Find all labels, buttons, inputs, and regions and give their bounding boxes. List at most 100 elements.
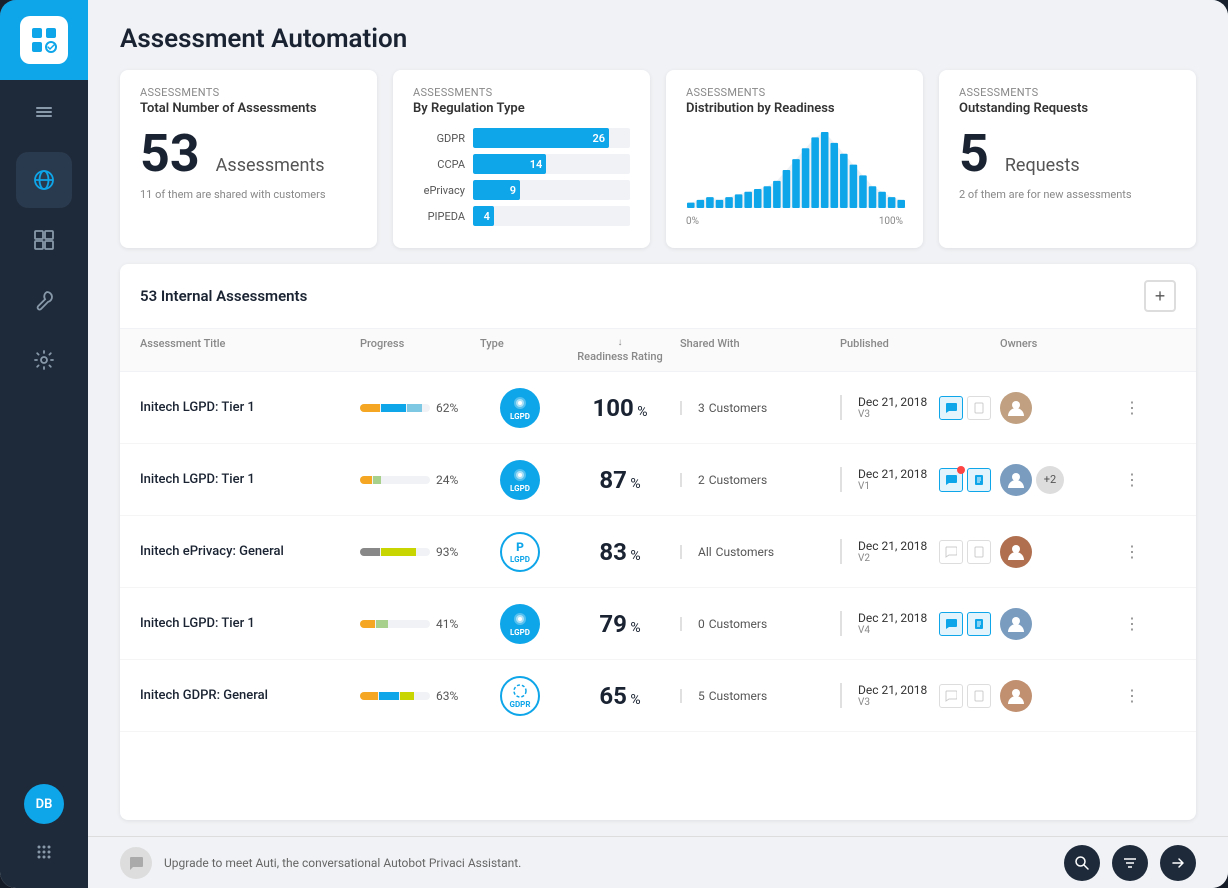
- owner-avatar: [1000, 536, 1032, 568]
- lgpd-icon: [512, 395, 528, 411]
- assessment-row-title: Initech LGPD: Tier 1: [140, 472, 360, 487]
- type-label: LGPD: [510, 555, 530, 564]
- progress-segment: [360, 476, 372, 484]
- forward-button[interactable]: [1160, 845, 1196, 881]
- menu-toggle-button[interactable]: [0, 88, 88, 136]
- pub-icons: [939, 612, 991, 636]
- shared-label: Customers: [716, 545, 774, 559]
- readiness-cell: 65 %: [560, 682, 680, 710]
- bar-label: PIPEDA: [413, 210, 465, 223]
- bar-track: 26: [473, 128, 630, 148]
- more-options-button[interactable]: ⋮: [1120, 612, 1144, 636]
- readiness-pct: 79 %: [599, 610, 640, 638]
- chat-icon: [945, 618, 957, 630]
- bar-value: 26: [592, 132, 605, 145]
- add-assessment-button[interactable]: +: [1144, 280, 1176, 312]
- doc-icon-btn[interactable]: [967, 396, 991, 420]
- user-avatar[interactable]: DB: [24, 784, 64, 824]
- progress-segment: [373, 476, 381, 484]
- type-label: LGPD: [510, 412, 530, 421]
- table-header: 53 Internal Assessments +: [120, 264, 1196, 329]
- doc-icon-btn[interactable]: [967, 684, 991, 708]
- bar-track: 14: [473, 154, 630, 174]
- dist-label-min: 0%: [686, 216, 699, 227]
- bar-chart-row: ePrivacy 9: [413, 180, 630, 200]
- sidebar-item-dashboard[interactable]: [16, 212, 72, 268]
- chat-icon-btn[interactable]: [939, 612, 963, 636]
- sidebar-item-globe[interactable]: [16, 152, 72, 208]
- progress-pct: 63%: [436, 689, 458, 703]
- bar-label: CCPA: [413, 158, 465, 171]
- type-badge: LGPD: [500, 604, 540, 644]
- extra-owners-count: +2: [1036, 466, 1064, 494]
- chat-icon-btn[interactable]: [939, 540, 963, 564]
- outstanding-number: 5: [959, 128, 989, 180]
- distribution-title: Distribution by Readiness: [686, 101, 903, 116]
- col-progress: Progress: [360, 337, 480, 363]
- distribution-chart: [686, 128, 903, 212]
- lgpd-icon: [512, 467, 528, 483]
- progress-segment: [360, 548, 380, 556]
- table-row: Initech GDPR: General 63% GDPR 65 % 5 Cu…: [120, 660, 1196, 732]
- bar-fill: 14: [473, 154, 546, 174]
- pub-version: V1: [858, 481, 927, 492]
- page-title: Assessment Automation: [120, 24, 1196, 54]
- doc-icon-btn[interactable]: [967, 468, 991, 492]
- person-icon: [1006, 542, 1026, 562]
- progress-bar: [360, 476, 430, 484]
- sidebar: DB: [0, 0, 88, 888]
- search-button[interactable]: [1064, 845, 1100, 881]
- grid-dots-icon: [33, 841, 55, 863]
- progress-bar: [360, 404, 430, 412]
- assessment-row-title: Initech ePrivacy: General: [140, 544, 360, 559]
- progress-pct: 24%: [436, 473, 458, 487]
- type-cell: P LGPD: [480, 532, 560, 572]
- progress-segment: [360, 620, 375, 628]
- table-row: Initech LGPD: Tier 1 24% LGPD 87 % 2 Cus…: [120, 444, 1196, 516]
- wrench-icon: [33, 289, 55, 311]
- lgpd-icon: [512, 611, 528, 627]
- more-options-button[interactable]: ⋮: [1120, 468, 1144, 492]
- shared-cell: 5 Customers: [680, 689, 840, 703]
- bottom-actions: [1064, 845, 1196, 881]
- progress-pct: 93%: [436, 545, 458, 559]
- filter-icon: [1122, 855, 1138, 871]
- total-assessments-subtext: 11 of them are shared with customers: [140, 188, 357, 201]
- logo-box: [20, 16, 68, 64]
- published-cell: Dec 21, 2018 V4: [840, 611, 1000, 636]
- sidebar-item-settings[interactable]: [16, 332, 72, 388]
- sidebar-item-tools[interactable]: [16, 272, 72, 328]
- more-options-button[interactable]: ⋮: [1120, 540, 1144, 564]
- published-cell: Dec 21, 2018 V3: [840, 683, 1000, 708]
- table-row: Initech LGPD: Tier 1 62% LGPD 100 % 3 Cu…: [120, 372, 1196, 444]
- more-options-button[interactable]: ⋮: [1120, 396, 1144, 420]
- chat-icon-btn[interactable]: [939, 468, 963, 492]
- outstanding-card: Assessments Outstanding Requests 5 Reque…: [939, 70, 1196, 248]
- readiness-unit: %: [627, 620, 641, 636]
- doc-icon-btn[interactable]: [967, 612, 991, 636]
- col-readiness-label: Readiness Rating: [577, 350, 663, 363]
- col-actions: [1120, 337, 1160, 363]
- apps-grid-button[interactable]: [24, 832, 64, 872]
- shared-label: Customers: [709, 473, 767, 487]
- pub-icons: [939, 468, 991, 492]
- pub-date-info: Dec 21, 2018 V3: [858, 683, 927, 708]
- type-label: LGPD: [510, 628, 530, 637]
- type-p-icon: P: [516, 540, 524, 554]
- progress-cell: 63%: [360, 689, 480, 703]
- progress-cell: 93%: [360, 545, 480, 559]
- assessment-row-title: Initech LGPD: Tier 1: [140, 616, 360, 631]
- more-options-button[interactable]: ⋮: [1120, 684, 1144, 708]
- chat-icon: [945, 402, 957, 414]
- column-headers: Assessment Title Progress Type ↓ Readine…: [120, 329, 1196, 372]
- distribution-card: Assessments Distribution by Readiness 0%…: [666, 70, 923, 248]
- doc-icon-btn[interactable]: [967, 540, 991, 564]
- pub-version: V2: [858, 553, 927, 564]
- chat-icon-btn[interactable]: [939, 684, 963, 708]
- pub-date-info: Dec 21, 2018 V4: [858, 611, 927, 636]
- chat-icon-btn[interactable]: [939, 396, 963, 420]
- bar-value: 4: [484, 210, 490, 223]
- filter-button[interactable]: [1112, 845, 1148, 881]
- progress-segment: [360, 692, 378, 700]
- readiness-pct: 83 %: [599, 538, 640, 566]
